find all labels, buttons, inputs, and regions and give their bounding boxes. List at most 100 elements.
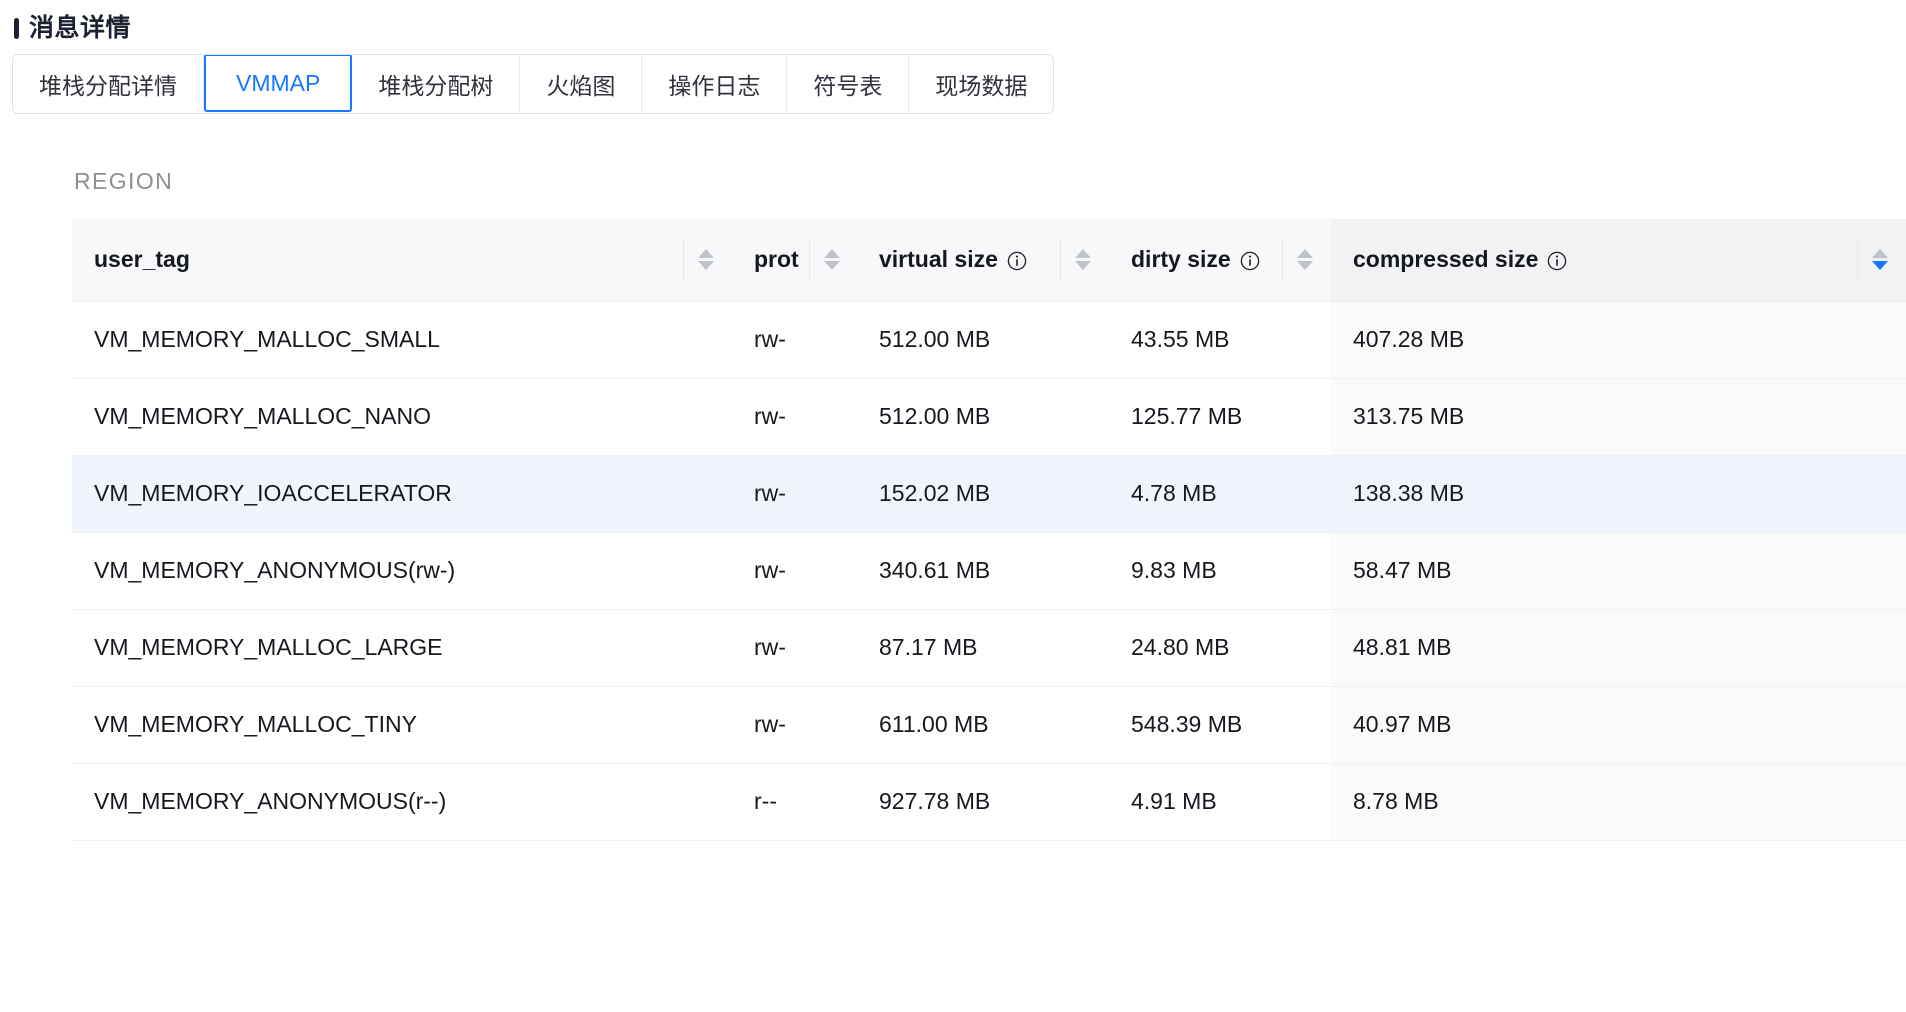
- table-row[interactable]: VM_MEMORY_ANONYMOUS(r--)r--927.78 MB4.91…: [72, 763, 1906, 840]
- column-header-label: virtual size: [879, 246, 998, 273]
- cell-prot: rw-: [732, 378, 857, 455]
- cell-prot: rw-: [732, 686, 857, 763]
- cell-dirty_size: 4.91 MB: [1109, 763, 1331, 840]
- cell-user_tag: VM_MEMORY_IOACCELERATOR: [72, 455, 732, 532]
- tab-item-6[interactable]: 现场数据: [909, 55, 1053, 113]
- column-header-label-wrap: virtual size: [879, 246, 1027, 273]
- table-header-row: user_tag prot virtual size dirty size compre…: [72, 219, 1906, 301]
- cell-virtual_size: 152.02 MB: [857, 455, 1109, 532]
- cell-user_tag: VM_MEMORY_MALLOC_NANO: [72, 378, 732, 455]
- cell-compressed_size: 138.38 MB: [1331, 455, 1906, 532]
- cell-virtual_size: 87.17 MB: [857, 609, 1109, 686]
- tab-item-0[interactable]: 堆栈分配详情: [13, 55, 204, 113]
- cell-virtual_size: 927.78 MB: [857, 763, 1109, 840]
- sort-arrows-icon-virtual_size[interactable]: [1060, 238, 1091, 282]
- cell-compressed_size: 58.47 MB: [1331, 532, 1906, 609]
- section-label-region: REGION: [74, 168, 1906, 195]
- sort-arrows-icon-prot[interactable]: [809, 238, 840, 282]
- sort-arrows-icon-dirty_size[interactable]: [1282, 238, 1313, 282]
- tab-label: 现场数据: [935, 67, 1027, 101]
- table-row[interactable]: VM_MEMORY_ANONYMOUS(rw-)rw-340.61 MB9.83…: [72, 532, 1906, 609]
- cell-dirty_size: 9.83 MB: [1109, 532, 1331, 609]
- info-circle-icon[interactable]: [1547, 250, 1567, 270]
- column-header-inner: prot: [754, 219, 857, 301]
- cell-user_tag: VM_MEMORY_ANONYMOUS(r--): [72, 763, 732, 840]
- sort-ascending-icon[interactable]: [1075, 249, 1091, 258]
- table-head: user_tag prot virtual size dirty size compre…: [72, 219, 1906, 301]
- page-header: 消息详情: [0, 0, 1906, 44]
- cell-compressed_size: 407.28 MB: [1331, 301, 1906, 378]
- sort-arrows-icon-compressed_size[interactable]: [1857, 238, 1888, 282]
- column-header-inner: dirty size: [1131, 219, 1331, 301]
- cell-virtual_size: 340.61 MB: [857, 532, 1109, 609]
- cell-user_tag: VM_MEMORY_MALLOC_TINY: [72, 686, 732, 763]
- tab-item-2[interactable]: 堆栈分配树: [352, 55, 520, 113]
- table-row[interactable]: VM_MEMORY_MALLOC_TINYrw-611.00 MB548.39 …: [72, 686, 1906, 763]
- cell-prot: rw-: [732, 609, 857, 686]
- info-circle-icon[interactable]: [1240, 250, 1260, 270]
- tab-item-4[interactable]: 操作日志: [642, 55, 787, 113]
- sort-descending-icon[interactable]: [824, 261, 840, 270]
- sort-descending-icon[interactable]: [1297, 261, 1313, 270]
- table-row[interactable]: VM_MEMORY_MALLOC_NANOrw-512.00 MB125.77 …: [72, 378, 1906, 455]
- tab-item-3[interactable]: 火焰图: [520, 55, 642, 113]
- column-header-user_tag[interactable]: user_tag: [72, 219, 732, 301]
- tab-item-5[interactable]: 符号表: [787, 55, 909, 113]
- sort-ascending-icon[interactable]: [698, 249, 714, 258]
- cell-prot: rw-: [732, 301, 857, 378]
- column-header-inner: virtual size: [879, 219, 1109, 301]
- vmmap-page: 消息详情 堆栈分配详情 VMMAP 堆栈分配树 火焰图 操作日志 符号表 现场数据 REGI…: [0, 0, 1906, 1012]
- cell-dirty_size: 43.55 MB: [1109, 301, 1331, 378]
- column-header-label-wrap: user_tag: [94, 246, 190, 273]
- tab-label: 堆栈分配详情: [39, 67, 177, 101]
- table-body: VM_MEMORY_MALLOC_SMALLrw-512.00 MB43.55 …: [72, 301, 1906, 840]
- cell-compressed_size: 8.78 MB: [1331, 763, 1906, 840]
- region-table: user_tag prot virtual size dirty size compre…: [72, 219, 1906, 841]
- table-row[interactable]: VM_MEMORY_MALLOC_SMALLrw-512.00 MB43.55 …: [72, 301, 1906, 378]
- tab-bar: 堆栈分配详情 VMMAP 堆栈分配树 火焰图 操作日志 符号表 现场数据: [12, 54, 1054, 114]
- table-row[interactable]: VM_MEMORY_MALLOC_LARGErw-87.17 MB24.80 M…: [72, 609, 1906, 686]
- cell-prot: rw-: [732, 455, 857, 532]
- cell-compressed_size: 313.75 MB: [1331, 378, 1906, 455]
- column-header-prot[interactable]: prot: [732, 219, 857, 301]
- sort-descending-icon[interactable]: [698, 261, 714, 270]
- sort-ascending-icon[interactable]: [1297, 249, 1313, 258]
- cell-compressed_size: 40.97 MB: [1331, 686, 1906, 763]
- column-header-label: compressed size: [1353, 246, 1538, 273]
- title-accent-bar: [14, 18, 19, 39]
- sort-ascending-icon[interactable]: [1872, 249, 1888, 258]
- table-row[interactable]: VM_MEMORY_IOACCELERATORrw-152.02 MB4.78 …: [72, 455, 1906, 532]
- info-circle-icon[interactable]: [1007, 250, 1027, 270]
- column-header-label: dirty size: [1131, 246, 1231, 273]
- cell-dirty_size: 548.39 MB: [1109, 686, 1331, 763]
- cell-prot: rw-: [732, 532, 857, 609]
- cell-user_tag: VM_MEMORY_MALLOC_SMALL: [72, 301, 732, 378]
- cell-virtual_size: 512.00 MB: [857, 378, 1109, 455]
- sort-descending-icon[interactable]: [1075, 261, 1091, 270]
- page-title: 消息详情: [29, 16, 131, 41]
- tab-vmmap[interactable]: VMMAP: [204, 54, 352, 112]
- column-header-compressed_size[interactable]: compressed size: [1331, 219, 1906, 301]
- cell-dirty_size: 4.78 MB: [1109, 455, 1331, 532]
- cell-user_tag: VM_MEMORY_MALLOC_LARGE: [72, 609, 732, 686]
- sort-arrows-icon-user_tag[interactable]: [683, 238, 714, 282]
- sort-descending-icon[interactable]: [1872, 261, 1888, 270]
- region-table-container: user_tag prot virtual size dirty size compre…: [72, 219, 1906, 841]
- column-header-virtual_size[interactable]: virtual size: [857, 219, 1109, 301]
- tab-label: VMMAP: [236, 70, 320, 97]
- tab-label: 符号表: [813, 67, 882, 101]
- column-header-dirty_size[interactable]: dirty size: [1109, 219, 1331, 301]
- cell-compressed_size: 48.81 MB: [1331, 609, 1906, 686]
- cell-prot: r--: [732, 763, 857, 840]
- column-header-label-wrap: compressed size: [1353, 246, 1567, 273]
- cell-dirty_size: 24.80 MB: [1109, 609, 1331, 686]
- cell-dirty_size: 125.77 MB: [1109, 378, 1331, 455]
- cell-virtual_size: 512.00 MB: [857, 301, 1109, 378]
- cell-virtual_size: 611.00 MB: [857, 686, 1109, 763]
- tab-label: 火焰图: [546, 67, 615, 101]
- column-header-inner: user_tag: [94, 219, 732, 301]
- sort-ascending-icon[interactable]: [824, 249, 840, 258]
- tab-label: 操作日志: [668, 67, 760, 101]
- tab-label: 堆栈分配树: [378, 67, 493, 101]
- column-header-label: prot: [754, 246, 799, 273]
